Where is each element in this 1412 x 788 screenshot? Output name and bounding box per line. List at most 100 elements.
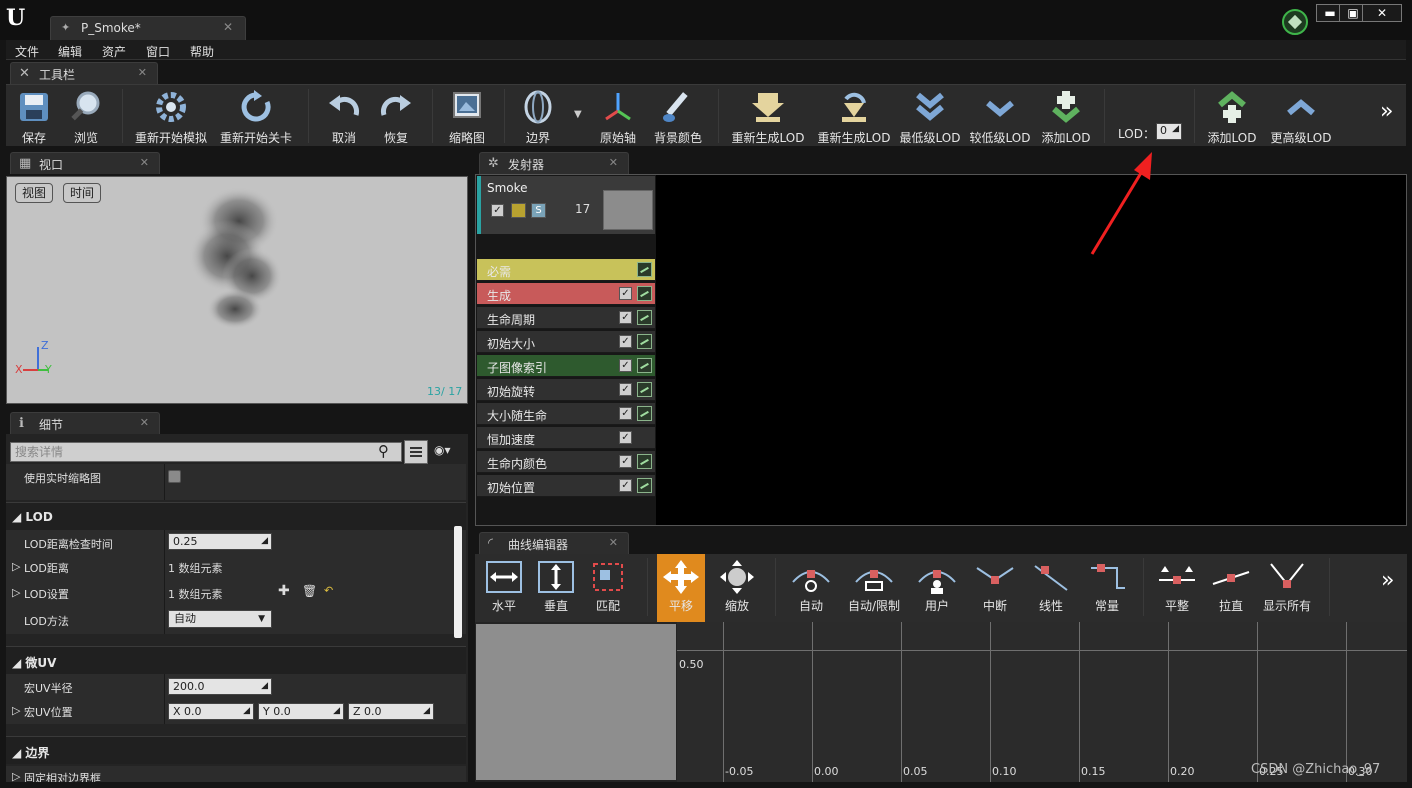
emitters-panel[interactable]: Smoke ✓ S 17 必需 生成 ✓ 生命周期 ✓ 初始大小 ✓ 子图像索引 ✓ 初始旋转 ✓ 大…	[475, 174, 1407, 526]
save-button[interactable]: 保存	[12, 85, 56, 147]
module-row[interactable]: 初始位置 ✓	[477, 475, 655, 497]
toolbar-overflow-icon[interactable]: »	[1380, 99, 1393, 124]
browse-button[interactable]: 浏览	[62, 85, 110, 147]
curve-graph-icon[interactable]	[637, 310, 652, 325]
lod-spinbox[interactable]: 0 ◢	[1156, 123, 1182, 140]
tab-emitters[interactable]: ✲ 发射器 ✕	[479, 152, 629, 174]
macro-uv-x-input[interactable]: X 0.0	[168, 703, 254, 720]
curve-graph[interactable]: 0.50 -0.05 0.00 0.05 0.10 0.15 0.20 0.25 0.30 C…	[677, 622, 1407, 782]
module-enabled-checkbox[interactable]: ✓	[619, 455, 632, 468]
expand-arrow-icon[interactable]: ▷	[12, 560, 20, 573]
menu-help[interactable]: 帮助	[190, 43, 214, 60]
close-tab-icon[interactable]: ✕	[609, 156, 618, 169]
lower-lod-button[interactable]: 较低级LOD	[968, 85, 1032, 147]
flatten-button[interactable]: 平整	[1151, 554, 1203, 622]
fit-horizontal-button[interactable]: 水平	[481, 554, 527, 622]
module-enabled-checkbox[interactable]: ✓	[619, 311, 632, 324]
fit-vertical-button[interactable]: 垂直	[533, 554, 579, 622]
user-tangent-button[interactable]: 用户	[909, 554, 965, 622]
document-tab[interactable]: ✦ P_Smoke* ✕	[50, 16, 246, 40]
emitter-enabled-checkbox[interactable]: ✓	[491, 204, 504, 217]
menu-window[interactable]: 窗口	[146, 43, 170, 60]
module-row[interactable]: 生命内颜色 ✓	[477, 451, 655, 473]
reset-icon[interactable]: ↶	[324, 584, 333, 597]
menu-asset[interactable]: 资产	[102, 43, 126, 60]
curve-graph-icon[interactable]	[637, 262, 652, 277]
module-row[interactable]: 初始旋转 ✓	[477, 379, 655, 401]
close-tab-icon[interactable]: ✕	[140, 156, 149, 169]
undo-button[interactable]: 取消	[320, 85, 368, 147]
curve-graph-icon[interactable]	[637, 334, 652, 349]
lod-method-dropdown[interactable]: 自动 ▼	[168, 610, 272, 628]
bounds-dropdown-icon[interactable]: ▼	[574, 109, 582, 120]
break-tangent-button[interactable]: 中断	[967, 554, 1023, 622]
macro-uv-z-input[interactable]: Z 0.0	[348, 703, 434, 720]
redo-button[interactable]: 恢复	[372, 85, 420, 147]
tab-toolbar[interactable]: ✕ 工具栏 ✕	[10, 62, 158, 84]
fit-button[interactable]: 匹配	[585, 554, 631, 622]
module-enabled-checkbox[interactable]: ✓	[619, 407, 632, 420]
trash-icon[interactable]: 🗑	[302, 584, 317, 598]
add-lod-button-2[interactable]: 添加LOD	[1204, 85, 1260, 147]
add-element-icon[interactable]: ✚	[278, 583, 290, 599]
auto-clamped-tangent-button[interactable]: 自动/限制	[843, 554, 905, 622]
close-tab-icon[interactable]: ✕	[138, 66, 147, 79]
module-row[interactable]: 生命周期 ✓	[477, 307, 655, 329]
module-enabled-checkbox[interactable]: ✓	[619, 359, 632, 372]
module-enabled-checkbox[interactable]: ✓	[619, 335, 632, 348]
emitter-solo-button[interactable]: S	[531, 203, 546, 218]
menu-edit[interactable]: 编辑	[58, 43, 82, 60]
curve-graph-icon[interactable]	[637, 478, 652, 493]
lowest-lod-button[interactable]: 最低级LOD	[898, 85, 962, 147]
expand-arrow-icon[interactable]: ▷	[12, 586, 20, 599]
curve-graph-icon[interactable]	[637, 406, 652, 421]
tab-curve-editor[interactable]: ◜ 曲线编辑器 ✕	[479, 532, 629, 554]
category-bounds[interactable]: ◢ 边界	[6, 736, 466, 764]
details-scrollbar[interactable]	[454, 526, 462, 638]
origin-axis-button[interactable]: 原始轴	[592, 85, 644, 147]
curve-graph-icon[interactable]	[637, 286, 652, 301]
module-enabled-checkbox[interactable]: ✓	[619, 431, 632, 444]
search-input[interactable]: 搜索详情	[10, 442, 402, 462]
show-all-button[interactable]: 显示所有	[1259, 554, 1315, 622]
thumbnail-button[interactable]: 缩略图	[442, 85, 492, 147]
pan-button[interactable]: 平移	[657, 554, 705, 622]
constant-tangent-button[interactable]: 常量	[1079, 554, 1135, 622]
close-tab-icon[interactable]: ✕	[223, 20, 233, 34]
linear-tangent-button[interactable]: 线性	[1023, 554, 1079, 622]
macro-uv-y-input[interactable]: Y 0.0	[258, 703, 344, 720]
bounds-button[interactable]: 边界	[514, 85, 562, 147]
curve-graph-icon[interactable]	[637, 454, 652, 469]
regenerate-lod-button-1[interactable]: 重新生成LOD	[726, 85, 810, 147]
regenerate-lod-button-2[interactable]: 重新生成LOD	[812, 85, 896, 147]
menu-file[interactable]: 文件	[15, 43, 39, 60]
curve-track-list[interactable]	[476, 624, 676, 780]
emitter-render-mode-icon[interactable]	[511, 203, 526, 218]
close-button[interactable]: ✕	[1362, 4, 1402, 22]
tab-viewport[interactable]: ▦ 视口 ✕	[10, 152, 160, 174]
expand-arrow-icon[interactable]: ▷	[12, 770, 20, 782]
view-button[interactable]: 视图	[15, 183, 53, 203]
module-row[interactable]: 生成 ✓	[477, 283, 655, 305]
module-enabled-checkbox[interactable]: ✓	[619, 287, 632, 300]
view-options-button[interactable]	[404, 440, 428, 464]
category-macro-uv[interactable]: ◢ 微UV	[6, 646, 466, 674]
add-lod-button-1[interactable]: 添加LOD	[1040, 85, 1092, 147]
emitter-header-smoke[interactable]: Smoke ✓ S 17	[477, 176, 655, 234]
restart-sim-button[interactable]: 重新开始模拟	[132, 85, 210, 147]
zoom-button[interactable]: 缩放	[713, 554, 761, 622]
eye-icon[interactable]: ◉▾	[434, 443, 451, 457]
lod-check-time-input[interactable]: 0.25	[168, 533, 272, 550]
straighten-button[interactable]: 拉直	[1205, 554, 1257, 622]
realtime-thumbnail-checkbox[interactable]	[168, 470, 181, 483]
close-tab-icon[interactable]: ✕	[609, 536, 618, 549]
module-row[interactable]: 初始大小 ✓	[477, 331, 655, 353]
curve-graph-icon[interactable]	[637, 382, 652, 397]
curve-graph-icon[interactable]	[637, 358, 652, 373]
tab-details[interactable]: ℹ 细节 ✕	[10, 412, 160, 434]
expand-arrow-icon[interactable]: ▷	[12, 704, 20, 717]
module-enabled-checkbox[interactable]: ✓	[619, 479, 632, 492]
module-row[interactable]: 必需	[477, 259, 655, 281]
time-button[interactable]: 时间	[63, 183, 101, 203]
restart-level-button[interactable]: 重新开始关卡	[216, 85, 296, 147]
